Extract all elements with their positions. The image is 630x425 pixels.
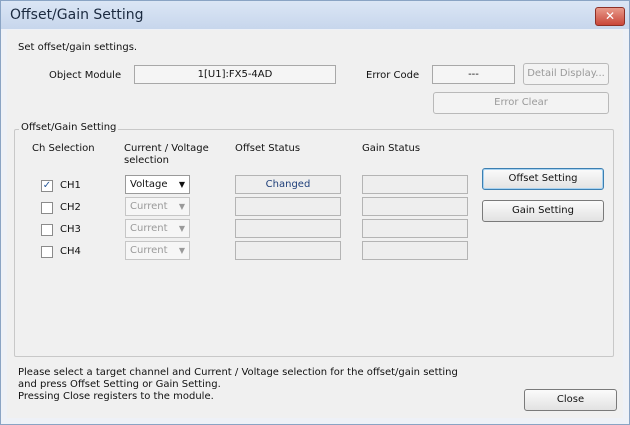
ch4-label: CH4: [60, 246, 81, 257]
ch4-offset-status: [235, 241, 341, 260]
ch3-checkbox[interactable]: [41, 224, 53, 236]
ch1-selection-value: Voltage: [130, 179, 168, 190]
ch1-offset-status: Changed: [235, 175, 341, 194]
check-icon: ✓: [42, 180, 52, 191]
footer-note-line2: and press Offset Setting or Gain Setting…: [18, 379, 221, 390]
footer-note-line3: Pressing Close registers to the module.: [18, 391, 214, 402]
object-module-field: 1[U1]:FX5-4AD: [134, 65, 336, 84]
gain-setting-button[interactable]: Gain Setting: [482, 200, 604, 222]
error-code-field: ---: [432, 65, 515, 84]
ch4-selection-dropdown[interactable]: Current ▼: [125, 241, 190, 260]
close-icon: ✕: [604, 9, 616, 23]
ch3-selection-dropdown[interactable]: Current ▼: [125, 219, 190, 238]
error-clear-button[interactable]: Error Clear: [433, 92, 609, 114]
footer-note-line1: Please select a target channel and Curre…: [18, 367, 458, 378]
ch3-label: CH3: [60, 224, 81, 235]
object-module-label: Object Module: [49, 70, 122, 81]
column-header-offset-status: Offset Status: [235, 143, 301, 154]
ch2-gain-status: [362, 197, 468, 216]
object-module-value: 1[U1]:FX5-4AD: [197, 69, 273, 80]
column-header-current-voltage: Current / Voltage selection: [124, 143, 209, 166]
ch2-selection-value: Current: [130, 201, 168, 212]
ch2-offset-status: [235, 197, 341, 216]
groupbox-title: Offset/Gain Setting: [19, 122, 119, 133]
dialog-body: Set offset/gain settings. Object Module …: [7, 30, 623, 418]
instruction-text: Set offset/gain settings.: [18, 42, 138, 53]
dialog-window: Offset/Gain Setting ✕ Set offset/gain se…: [0, 0, 630, 425]
ch1-offset-status-value: Changed: [265, 179, 311, 190]
ch3-offset-status: [235, 219, 341, 238]
ch2-label: CH2: [60, 202, 81, 213]
ch3-gain-status: [362, 219, 468, 238]
chevron-down-icon: ▼: [178, 246, 185, 255]
close-button[interactable]: Close: [524, 389, 617, 411]
ch1-gain-status: [362, 175, 468, 194]
column-header-ch-selection: Ch Selection: [32, 143, 95, 154]
ch2-checkbox[interactable]: [41, 202, 53, 214]
ch4-gain-status: [362, 241, 468, 260]
ch1-selection-dropdown[interactable]: Voltage ▼: [125, 175, 190, 194]
offset-setting-button[interactable]: Offset Setting: [482, 168, 604, 190]
ch3-selection-value: Current: [130, 223, 168, 234]
close-window-button[interactable]: ✕: [595, 7, 625, 26]
ch1-checkbox[interactable]: ✓: [41, 180, 53, 192]
ch1-label: CH1: [60, 180, 81, 191]
ch4-selection-value: Current: [130, 245, 168, 256]
dialog-title: Offset/Gain Setting: [10, 7, 144, 23]
chevron-down-icon: ▼: [178, 202, 185, 211]
error-code-label: Error Code: [366, 70, 420, 81]
chevron-down-icon: ▼: [178, 224, 185, 233]
column-header-gain-status: Gain Status: [362, 143, 421, 154]
ch2-selection-dropdown[interactable]: Current ▼: [125, 197, 190, 216]
error-code-value: ---: [468, 69, 479, 80]
chevron-down-icon: ▼: [178, 180, 185, 189]
ch4-checkbox[interactable]: [41, 246, 53, 258]
detail-display-button[interactable]: Detail Display...: [523, 63, 609, 85]
title-bar[interactable]: Offset/Gain Setting ✕: [1, 1, 629, 29]
